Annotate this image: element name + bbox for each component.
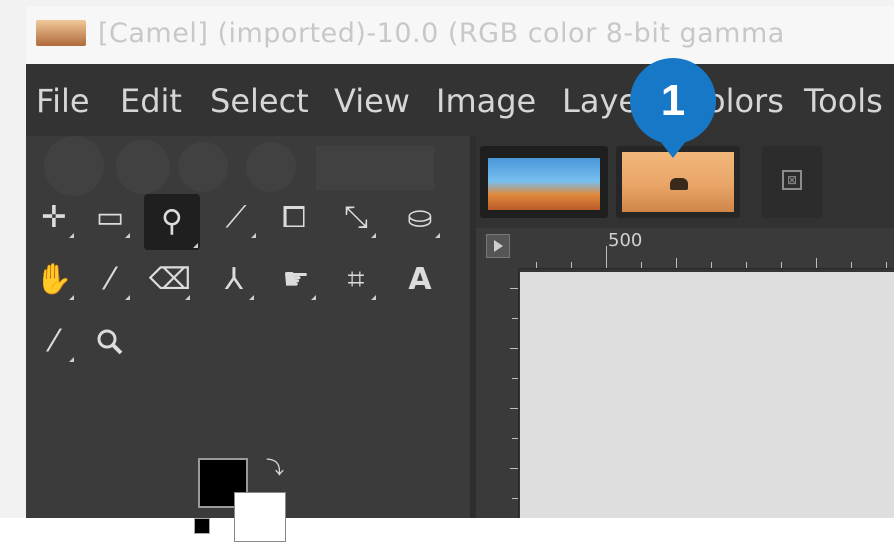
menu-edit[interactable]: Edit <box>120 82 182 120</box>
ruler-tick <box>510 468 518 469</box>
fuzzy-select-tool-icon[interactable]: ⟋ <box>214 196 258 240</box>
camel-thumbnail-icon <box>622 152 734 212</box>
gimp-window: File Edit Select View Image Laye olors T… <box>26 64 894 542</box>
zoom-tool-icon[interactable] <box>88 320 132 364</box>
faded-icon <box>246 142 296 192</box>
faded-icon <box>178 142 228 192</box>
paths-tool-icon[interactable]: ⌗ <box>334 258 378 302</box>
close-icon: ⊠ <box>782 170 802 190</box>
clone-tool-icon[interactable]: ⅄ <box>212 258 256 302</box>
crop-tool-icon[interactable]: ⧠ <box>272 196 316 240</box>
toolbox-panel: ✛ ▭ ⚲ ⟋ ⧠ ⤡ ⛀ ✋ ⁄ ⌫ ⅄ ☛ ⌗ A ⁄ ⤵ <box>26 136 470 542</box>
ruler-tick <box>746 262 747 268</box>
image-thumbnail-icon <box>488 158 600 210</box>
eraser-tool-icon[interactable]: ⌫ <box>148 258 192 302</box>
ruler-tick <box>512 438 518 439</box>
image-window: ⊠ 500 <box>476 136 894 518</box>
ruler-tick <box>510 408 518 409</box>
vertical-ruler[interactable] <box>476 268 519 518</box>
ruler-tick <box>641 262 642 268</box>
paintbrush-tool-icon[interactable]: ⁄ <box>88 258 132 302</box>
ruler-tick <box>512 318 518 319</box>
default-colors-fg-icon[interactable] <box>194 518 210 534</box>
ruler-tick <box>886 262 887 268</box>
screenshot-frame: [Camel] (imported)-10.0 (RGB color 8-bit… <box>0 0 894 542</box>
ruler-tick <box>676 258 677 268</box>
horizontal-ruler[interactable]: 500 <box>476 228 894 269</box>
ruler-tick <box>510 348 518 349</box>
faded-icon <box>44 136 104 196</box>
menu-colors[interactable]: olors <box>706 82 784 120</box>
ruler-tick <box>512 498 518 499</box>
ruler-tick <box>510 288 518 289</box>
ruler-tick <box>851 262 852 268</box>
menu-image[interactable]: Image <box>436 82 536 120</box>
menu-select[interactable]: Select <box>210 82 309 120</box>
ruler-label: 500 <box>608 230 643 251</box>
image-thumbnail-icon <box>36 20 86 46</box>
menu-view[interactable]: View <box>334 82 410 120</box>
color-picker-tool-icon[interactable]: ⁄ <box>32 320 76 364</box>
paint-tool-icon[interactable]: ✋ <box>32 258 76 302</box>
background-color-swatch[interactable] <box>234 492 286 542</box>
rect-select-tool-icon[interactable]: ▭ <box>88 196 132 240</box>
free-select-tool-icon[interactable]: ⚲ <box>144 194 200 250</box>
ruler-tick <box>781 262 782 268</box>
ruler-tick <box>816 258 817 268</box>
menu-file[interactable]: File <box>36 82 90 120</box>
move-tool-icon[interactable]: ✛ <box>32 196 76 240</box>
quick-mask-toggle-icon[interactable] <box>486 234 510 258</box>
ruler-tick <box>536 262 537 268</box>
ruler-tick <box>606 246 607 268</box>
bucket-fill-tool-icon[interactable]: ⛀ <box>398 196 442 240</box>
image-canvas[interactable] <box>520 272 894 518</box>
window-title: [Camel] (imported)-10.0 (RGB color 8-bit… <box>98 18 785 49</box>
transform-tool-icon[interactable]: ⤡ <box>334 196 378 240</box>
title-bar: [Camel] (imported)-10.0 (RGB color 8-bit… <box>26 6 894 64</box>
tab-menu-button[interactable]: ⊠ <box>762 146 822 218</box>
ruler-tick <box>512 378 518 379</box>
image-tab-1[interactable] <box>480 146 608 218</box>
swap-colors-icon[interactable]: ⤵ <box>266 458 288 480</box>
faded-panel <box>316 146 434 190</box>
camel-silhouette <box>670 178 688 190</box>
menu-layer[interactable]: Laye <box>562 82 638 120</box>
ruler-tick <box>571 262 572 268</box>
callout-pointer <box>650 128 696 158</box>
faded-icon <box>116 140 170 194</box>
menu-bar: File Edit Select View Image Laye olors T… <box>26 64 894 136</box>
smudge-tool-icon[interactable]: ☛ <box>274 258 318 302</box>
text-tool-icon[interactable]: A <box>398 258 442 302</box>
menu-tools[interactable]: Tools <box>804 82 883 120</box>
ruler-tick <box>711 262 712 268</box>
